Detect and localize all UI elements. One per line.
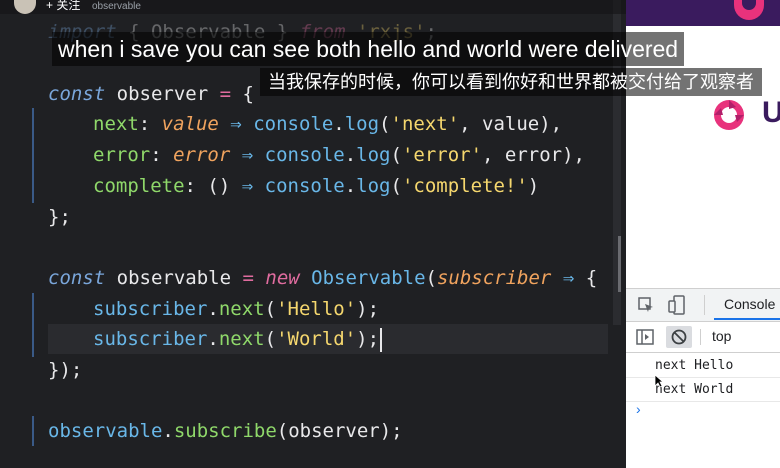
clear-console-icon xyxy=(671,329,687,345)
code-line-complete: complete: () ⇒ console.log('complete!') xyxy=(93,175,540,197)
console-prompt-icon[interactable]: › xyxy=(636,401,641,417)
file-tab-name[interactable]: observable xyxy=(92,1,141,12)
indent-guide xyxy=(32,293,34,357)
clear-console-button[interactable] xyxy=(666,326,692,348)
code-line-subscribe: observable.subscribe(observer); xyxy=(48,420,403,442)
text-cursor xyxy=(380,327,383,352)
devtools-panel: Console top next Hello next World › xyxy=(626,288,780,468)
subtitle-english: when i save you can see both hello and w… xyxy=(52,32,685,66)
code-line-observer-decl: const observer = { xyxy=(48,83,254,105)
code-line-next: next: value ⇒ console.log('next', value)… xyxy=(93,113,563,135)
editor-scrollbar-thumb[interactable] xyxy=(618,236,621,292)
indent-guide xyxy=(32,108,34,203)
code-line-close-observable: }); xyxy=(48,359,83,381)
toolbar-divider xyxy=(704,295,705,315)
tab-console[interactable]: Console xyxy=(724,296,775,312)
avatar[interactable] xyxy=(14,0,36,14)
page-heading-fragment: U xyxy=(762,96,780,129)
code-line-close-observer: }; xyxy=(48,206,71,228)
sidebar-toggle-icon[interactable] xyxy=(636,329,654,345)
console-toolbar: top xyxy=(626,322,780,353)
subtitle-chinese: 当我保存的时候，你可以看到你好和世界都被交付给了观察者 xyxy=(260,68,762,96)
follow-button[interactable]: + 关注 xyxy=(46,0,80,13)
console-log-row: next Hello xyxy=(626,354,780,378)
toolbar-divider xyxy=(700,329,701,345)
inspect-icon[interactable] xyxy=(638,297,654,313)
mouse-cursor-icon xyxy=(654,374,664,388)
code-line-next-world: subscriber.next('World'); xyxy=(48,324,383,354)
devtools-toolbar: Console xyxy=(626,289,780,322)
code-line-error: error: error ⇒ console.log('error', erro… xyxy=(93,144,585,166)
streamer-bar: + 关注 observable xyxy=(0,0,626,14)
console-log-row: next World xyxy=(626,378,780,402)
rxjs-logo-icon xyxy=(714,100,744,130)
tab-console-indicator xyxy=(714,318,780,320)
context-selector[interactable]: top xyxy=(712,328,731,344)
device-toolbar-icon[interactable] xyxy=(668,295,686,315)
code-line-observable-decl: const observable = new Observable(subscr… xyxy=(48,267,598,289)
indent-guide xyxy=(32,416,34,446)
code-line-next-hello: subscriber.next('Hello'); xyxy=(93,298,380,320)
